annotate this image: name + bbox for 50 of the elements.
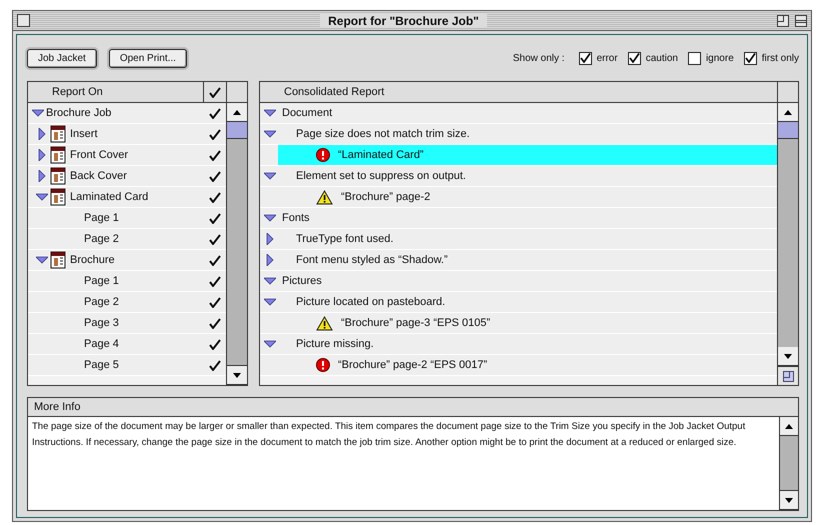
expanded-triangle-icon[interactable]: [264, 109, 276, 117]
expanded-triangle-icon[interactable]: [264, 340, 276, 348]
filter-label: Show only :: [512, 52, 565, 64]
report-instance-row[interactable]: “Laminated Card”: [278, 145, 777, 165]
expanded-triangle-icon[interactable]: [36, 256, 48, 264]
collapsed-triangle-icon[interactable]: [266, 233, 274, 245]
expanded-triangle-icon[interactable]: [264, 172, 276, 180]
scrollbar[interactable]: [777, 103, 798, 385]
scroll-thumb[interactable]: [778, 122, 798, 139]
report-instance-label: “Brochure” page-2: [341, 191, 430, 203]
collapsed-triangle-icon[interactable]: [266, 254, 274, 266]
report-instance-label: “Laminated Card”: [338, 149, 424, 161]
expanded-triangle-icon[interactable]: [32, 109, 44, 117]
expanded-triangle-icon[interactable]: [264, 277, 276, 285]
error-icon: [316, 148, 330, 162]
resize-grip-icon[interactable]: [782, 370, 794, 382]
scroll-thumb[interactable]: [227, 122, 247, 139]
filter-checkbox[interactable]: caution: [628, 52, 678, 64]
panel-title: More Info: [34, 401, 80, 413]
caution-icon: [316, 316, 333, 330]
expanded-triangle-icon[interactable]: [36, 193, 48, 201]
filter-checkbox[interactable]: first only: [744, 52, 799, 64]
collapse-box-icon[interactable]: [795, 14, 807, 26]
caution-icon: [316, 190, 333, 204]
report-instance-label: “Brochure” page-2 “EPS 0017”: [338, 359, 488, 371]
scrollbar[interactable]: [779, 417, 798, 510]
error-icon: [316, 358, 330, 372]
filter-checkbox[interactable]: error: [578, 52, 618, 64]
zoom-box-icon[interactable]: [777, 14, 789, 26]
expanded-triangle-icon[interactable]: [264, 130, 276, 138]
collapsed-triangle-icon[interactable]: [38, 170, 46, 182]
checkbox-icon[interactable]: [578, 52, 592, 64]
toolbar-button[interactable]: Job Jacket: [27, 48, 97, 68]
scrollbar[interactable]: [226, 103, 247, 385]
checkmark-icon[interactable]: [209, 86, 221, 98]
info-text: The page size of the document may be larger or smaller than expected. This item compares the document page size to the Trim Size you specify in the Job Jacket Output Instructions. If necessary, change the page size in the document to match the job trim size. Another option might be to print the document at a reduced or enlarged size.: [31, 420, 746, 450]
checkbox-icon[interactable]: [688, 52, 701, 64]
report-instance-label: “Brochure” page-3 “EPS 0105”: [341, 317, 490, 329]
checkbox-icon[interactable]: [744, 52, 757, 64]
close-box-icon[interactable]: [17, 14, 30, 27]
column-header[interactable]: Consolidated Report: [284, 86, 384, 98]
toolbar-button[interactable]: Open Print...: [108, 48, 187, 68]
expanded-triangle-icon[interactable]: [264, 214, 276, 222]
collapsed-triangle-icon[interactable]: [38, 128, 46, 140]
checkbox-icon[interactable]: [628, 52, 641, 64]
window-title: Report for "Brochure Job": [320, 14, 487, 28]
column-header[interactable]: Report On: [52, 86, 103, 98]
filter-checkbox[interactable]: ignore: [688, 52, 734, 64]
expanded-triangle-icon[interactable]: [264, 298, 276, 306]
collapsed-triangle-icon[interactable]: [38, 149, 46, 161]
